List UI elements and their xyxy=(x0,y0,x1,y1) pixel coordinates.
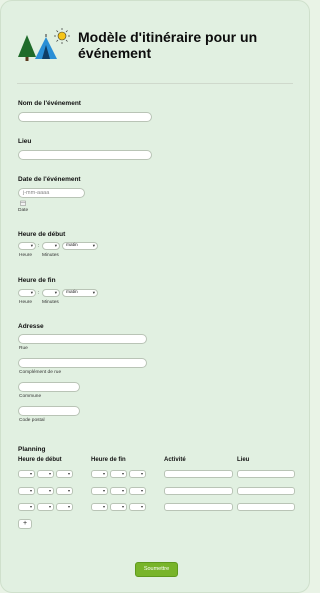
row-end-time-select[interactable]: ▾ xyxy=(129,487,146,495)
calendar-icon[interactable] xyxy=(20,200,26,206)
row-start-time-select[interactable]: ▾ xyxy=(56,487,73,495)
submit-button[interactable]: Soumettre xyxy=(135,562,178,577)
chevron-down-icon: ▾ xyxy=(54,290,57,295)
street2-sublabel: Complément de rue xyxy=(19,370,62,375)
row-place-input[interactable] xyxy=(237,503,295,511)
chevron-down-icon: ▾ xyxy=(48,488,51,493)
col-activity-header: Activité xyxy=(164,457,186,463)
city-sublabel: Commune xyxy=(19,394,42,399)
street-sublabel: Rue xyxy=(19,346,28,351)
end-ampm-select[interactable]: matin ▾ xyxy=(62,289,98,297)
page-title: Modèle d'itinéraire pour un événement xyxy=(78,29,258,61)
end-time-label: Heure de fin xyxy=(18,277,56,284)
chevron-down-icon: ▾ xyxy=(121,504,124,509)
minutes-sublabel: Minutes xyxy=(42,300,59,305)
date-label: Date de l'événement xyxy=(18,176,81,183)
city-input[interactable] xyxy=(18,382,80,392)
chevron-down-icon: ▾ xyxy=(67,471,70,476)
chevron-down-icon: ▾ xyxy=(67,504,70,509)
chevron-down-icon: ▾ xyxy=(121,488,124,493)
chevron-down-icon: ▾ xyxy=(67,488,70,493)
row-activity-input[interactable] xyxy=(164,487,233,495)
hour-sublabel: Heure xyxy=(19,253,33,258)
form-card: Modèle d'itinéraire pour un événement No… xyxy=(0,0,310,593)
row-activity-input[interactable] xyxy=(164,503,233,511)
row-end-time-select[interactable]: ▾ xyxy=(91,470,108,478)
row-start-time-select[interactable]: ▾ xyxy=(56,470,73,478)
chevron-down-icon: ▾ xyxy=(29,488,32,493)
start-ampm-value: matin xyxy=(66,243,78,248)
chevron-down-icon: ▾ xyxy=(102,488,105,493)
event-name-label: Nom de l'événement xyxy=(18,100,81,107)
row-activity-input[interactable] xyxy=(164,470,233,478)
row-end-time-select[interactable]: ▾ xyxy=(91,503,108,511)
end-ampm-value: matin xyxy=(66,290,78,295)
row-start-time-select[interactable]: ▾ xyxy=(37,470,54,478)
tree-icon xyxy=(18,35,36,61)
place-input[interactable] xyxy=(18,150,152,160)
row-end-time-select[interactable]: ▾ xyxy=(110,503,127,511)
chevron-down-icon: ▾ xyxy=(29,471,32,476)
row-end-time-select[interactable]: ▾ xyxy=(129,503,146,511)
form-header: Modèle d'itinéraire pour un événement xyxy=(15,27,305,67)
row-place-input[interactable] xyxy=(237,470,295,478)
row-start-time-select[interactable]: ▾ xyxy=(37,487,54,495)
minutes-sublabel: Minutes xyxy=(42,253,59,258)
place-label: Lieu xyxy=(18,138,32,145)
street2-input[interactable] xyxy=(18,358,147,368)
row-end-time-select[interactable]: ▾ xyxy=(110,470,127,478)
planning-label: Planning xyxy=(18,446,46,453)
col-start-header: Heure de début xyxy=(18,457,62,463)
street-input[interactable] xyxy=(18,334,147,344)
chevron-down-icon: ▾ xyxy=(102,471,105,476)
hour-sublabel: Heure xyxy=(19,300,33,305)
chevron-down-icon: ▾ xyxy=(92,243,95,248)
col-place-header: Lieu xyxy=(237,457,250,463)
row-end-time-select[interactable]: ▾ xyxy=(91,487,108,495)
start-minute-select[interactable]: ▾ xyxy=(42,242,60,250)
zip-sublabel: Code postal xyxy=(19,418,45,423)
chevron-down-icon: ▾ xyxy=(102,504,105,509)
chevron-down-icon: ▾ xyxy=(48,504,51,509)
chevron-down-icon: ▾ xyxy=(30,243,33,248)
row-start-time-select[interactable]: ▾ xyxy=(18,487,35,495)
add-row-button[interactable]: + xyxy=(18,519,32,529)
date-sublabel: Date xyxy=(18,208,29,213)
row-start-time-select[interactable]: ▾ xyxy=(18,503,35,511)
col-end-header: Heure de fin xyxy=(91,457,126,463)
address-label: Adresse xyxy=(18,323,44,330)
row-place-input[interactable] xyxy=(237,487,295,495)
end-hour-select[interactable]: ▾ xyxy=(18,289,36,297)
row-start-time-select[interactable]: ▾ xyxy=(37,503,54,511)
row-end-time-select[interactable]: ▾ xyxy=(129,470,146,478)
start-ampm-select[interactable]: matin ▾ xyxy=(62,242,98,250)
row-end-time-select[interactable]: ▾ xyxy=(110,487,127,495)
chevron-down-icon: ▾ xyxy=(54,243,57,248)
date-input[interactable]: j-mm-aaaa xyxy=(18,188,85,198)
time-separator: : xyxy=(38,243,40,249)
start-hour-select[interactable]: ▾ xyxy=(18,242,36,250)
chevron-down-icon: ▾ xyxy=(140,488,143,493)
chevron-down-icon: ▾ xyxy=(140,471,143,476)
zip-input[interactable] xyxy=(18,406,80,416)
time-separator: : xyxy=(38,290,40,296)
sun-icon xyxy=(54,28,70,44)
chevron-down-icon: ▾ xyxy=(48,471,51,476)
end-minute-select[interactable]: ▾ xyxy=(42,289,60,297)
chevron-down-icon: ▾ xyxy=(29,504,32,509)
row-start-time-select[interactable]: ▾ xyxy=(18,470,35,478)
chevron-down-icon: ▾ xyxy=(140,504,143,509)
start-time-label: Heure de début xyxy=(18,231,66,238)
divider xyxy=(17,83,293,84)
row-start-time-select[interactable]: ▾ xyxy=(56,503,73,511)
tent-icon xyxy=(35,34,57,59)
chevron-down-icon: ▾ xyxy=(121,471,124,476)
chevron-down-icon: ▾ xyxy=(30,290,33,295)
chevron-down-icon: ▾ xyxy=(92,290,95,295)
event-name-input[interactable] xyxy=(18,112,152,122)
camping-logo-icon xyxy=(18,28,70,61)
